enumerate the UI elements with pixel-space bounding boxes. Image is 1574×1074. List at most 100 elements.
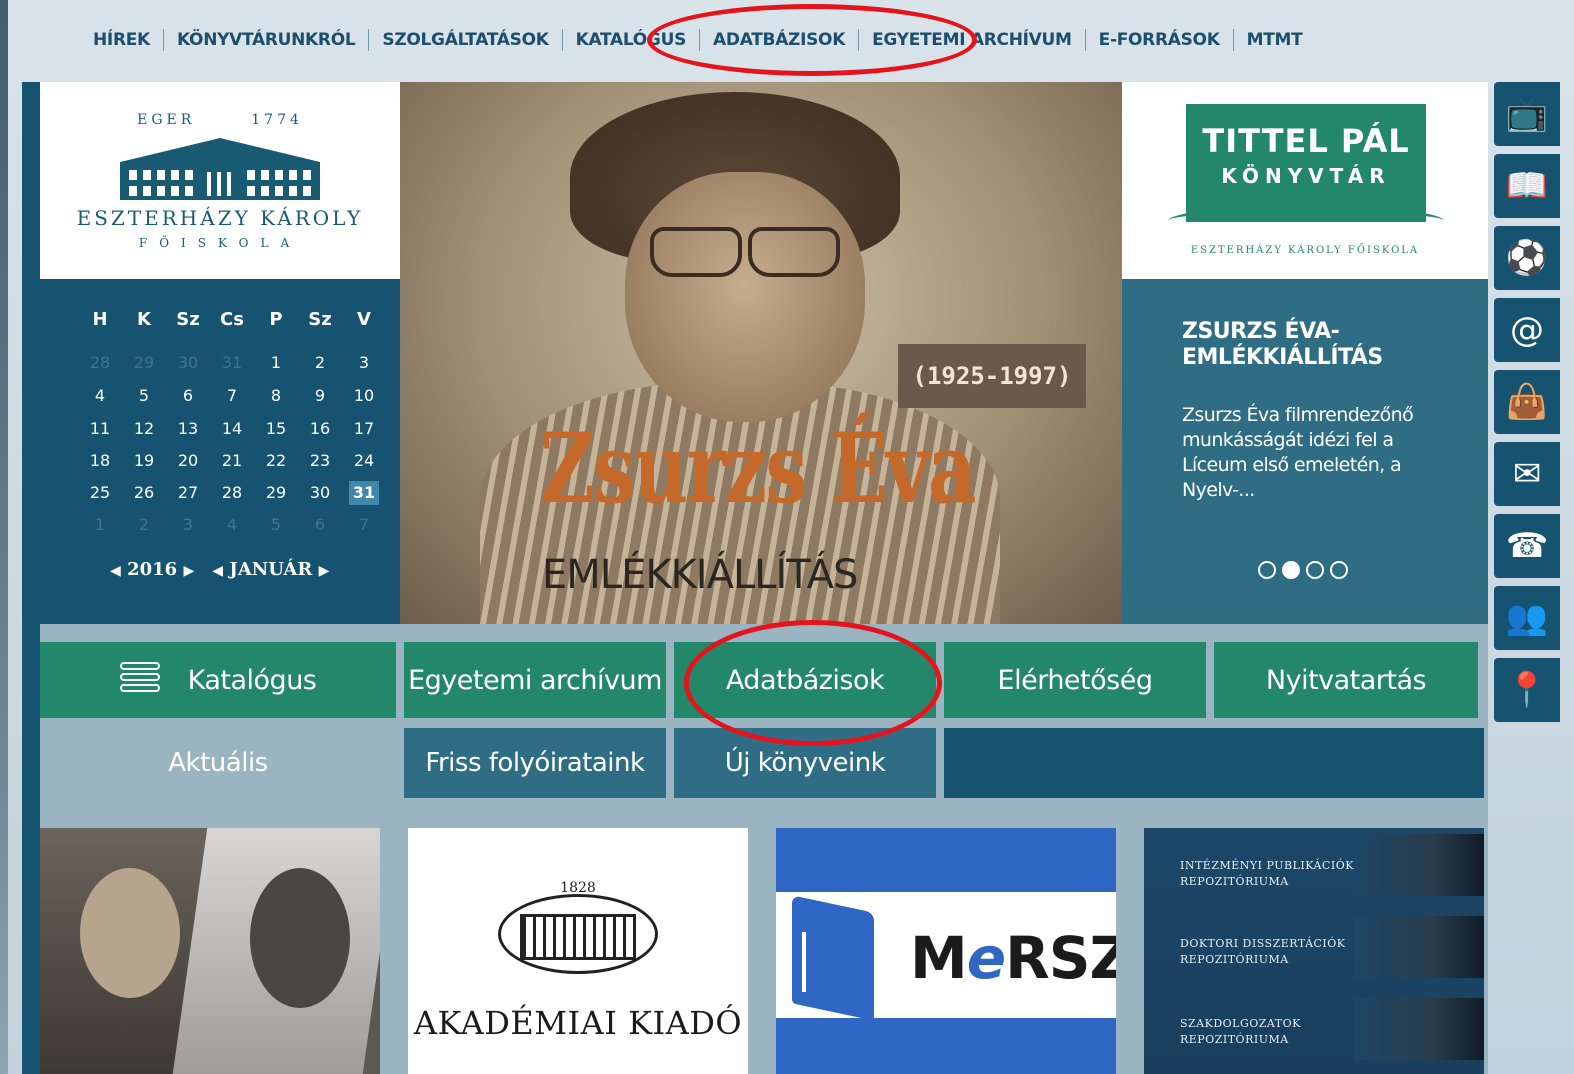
calendar-day[interactable]: 23 (298, 449, 342, 473)
elerhetoseg-button[interactable]: Elérhetőség (944, 642, 1206, 718)
open-book-icon (1168, 206, 1444, 236)
news-excerpt: Zsurzs Éva filmrendezőnő munkásságát idé… (1182, 404, 1414, 501)
calendar-day[interactable]: 17 (342, 417, 386, 441)
prev-month-icon[interactable]: ◀ (212, 563, 223, 579)
mersz-suffix: RSZ (1005, 924, 1116, 992)
calendar-day[interactable]: 3 (342, 351, 386, 375)
phone-icon[interactable]: ☎ (1494, 514, 1560, 578)
next-year-icon[interactable]: ▶ (183, 563, 194, 579)
calendar-day[interactable]: 22 (254, 449, 298, 473)
mersz-circuit-icon (802, 932, 848, 992)
calendar-day-today[interactable]: 31 (349, 481, 379, 505)
calendar-day[interactable]: 7 (342, 513, 386, 537)
calendar-day[interactable]: 30 (166, 351, 210, 375)
nav-hirek[interactable]: HÍREK (80, 30, 163, 50)
calendar-day[interactable]: 26 (122, 481, 166, 505)
calendar-day[interactable]: 18 (78, 449, 122, 473)
calendar-day[interactable]: 4 (78, 384, 122, 408)
calendar-month: JANUÁR (229, 559, 313, 580)
calendar-day[interactable]: 27 (166, 481, 210, 505)
portrait-glasses-left (650, 227, 742, 277)
calendar-day[interactable]: 29 (122, 351, 166, 375)
calendar-week: 28 29 30 31 1 2 3 (78, 351, 386, 375)
prev-year-icon[interactable]: ◀ (110, 563, 121, 579)
news-panel: ZSURZS ÉVA-EMLÉKKIÁLLÍTÁS Zsurzs Éva fil… (1122, 279, 1488, 624)
calendar-day[interactable]: 9 (298, 384, 342, 408)
calendar-day[interactable]: 2 (298, 351, 342, 375)
nyitvatartas-button[interactable]: Nyitvatartás (1214, 642, 1478, 718)
hero-banner[interactable]: (1925-1997) Zsurzs Éva EMLÉKKIÁLLÍTÁS (400, 82, 1122, 624)
calendar-day[interactable]: 7 (210, 384, 254, 408)
calendar-day[interactable]: 25 (78, 481, 122, 505)
calendar-day[interactable]: 1 (254, 351, 298, 375)
nav-e-forrasok[interactable]: E-FORRÁSOK (1086, 30, 1233, 50)
snail-icon[interactable]: @ (1494, 298, 1560, 362)
tab-friss-folyoirataink[interactable]: Friss folyóirataink (404, 728, 666, 798)
calendar-day[interactable]: 24 (342, 449, 386, 473)
repo-link-dissertations[interactable]: DOKTORI DISSZERTÁCIÓK REPOZITÓRIUMA (1180, 936, 1380, 968)
egyetemi-archivum-button[interactable]: Egyetemi archívum (404, 642, 666, 718)
nav-adatbazisok[interactable]: ADATBÁZISOK (700, 30, 858, 50)
slider-dot[interactable] (1330, 561, 1348, 579)
open-book-icon[interactable]: 📖 (1494, 154, 1560, 218)
people-icon[interactable]: 👥 (1494, 586, 1560, 650)
akademiai-kiado-tile[interactable]: 1828 AKADÉMIAI KIADÓ (408, 828, 748, 1074)
nav-mtmt[interactable]: MTMT (1234, 30, 1316, 50)
calendar-day[interactable]: 29 (254, 481, 298, 505)
slider-dot-active[interactable] (1282, 561, 1300, 579)
tv-icon[interactable]: 📺 (1494, 82, 1560, 146)
calendar-day[interactable]: 8 (254, 384, 298, 408)
tab-aktualis[interactable]: Aktuális (40, 728, 396, 798)
adatbazisok-button[interactable]: Adatbázisok (674, 642, 936, 718)
next-month-icon[interactable]: ▶ (319, 563, 330, 579)
calendar-day[interactable]: 6 (298, 513, 342, 537)
calendar-day[interactable]: 4 (210, 513, 254, 537)
katalogus-button[interactable]: Katalógus (40, 642, 396, 718)
mersz-tile[interactable]: MeRSZ (776, 828, 1116, 1074)
shopping-bag-icon[interactable]: 👜 (1494, 370, 1560, 434)
year-navigator: ◀ 2016 ▶ (110, 559, 194, 580)
repository-tile[interactable]: INTÉZMÉNYI PUBLIKÁCIÓK REPOZITÓRIUMA DOK… (1144, 828, 1484, 1074)
weekday-label: H (92, 309, 108, 330)
slider-dot[interactable] (1306, 561, 1324, 579)
nav-katalogus[interactable]: KATALÓGUS (563, 30, 699, 50)
calendar-day[interactable]: 11 (78, 417, 122, 441)
calendar-day[interactable]: 15 (254, 417, 298, 441)
calendar-day[interactable]: 19 (122, 449, 166, 473)
calendar-day[interactable]: 14 (210, 417, 254, 441)
news-title[interactable]: ZSURZS ÉVA-EMLÉKKIÁLLÍTÁS (1182, 319, 1442, 371)
calendar-day[interactable]: 30 (298, 481, 342, 505)
weekday-label: Sz (176, 309, 200, 330)
calendar-day[interactable]: 13 (166, 417, 210, 441)
calendar-day[interactable]: 5 (122, 384, 166, 408)
calendar-day[interactable]: 6 (166, 384, 210, 408)
repo-link-theses[interactable]: SZAKDOLGOZATOK REPOZITÓRIUMA (1180, 1016, 1380, 1048)
calendar-day[interactable]: 2 (122, 513, 166, 537)
college-logo[interactable]: EGER 1774 ESZTERHÁZY KÁROLY FŐISKOLA (40, 82, 400, 279)
calendar-day[interactable]: 31 (210, 351, 254, 375)
ball-icon[interactable]: ⚽ (1494, 226, 1560, 290)
calendar-day[interactable]: 28 (78, 351, 122, 375)
tab-aktualis-label: Aktuális (168, 748, 268, 778)
nav-konyvtarunkrol[interactable]: KÖNYVTÁRUNKRÓL (164, 30, 368, 50)
repo-link-publications[interactable]: INTÉZMÉNYI PUBLIKÁCIÓK REPOZITÓRIUMA (1180, 858, 1380, 890)
calendar-day[interactable]: 20 (166, 449, 210, 473)
nav-egyetemi-archivum[interactable]: EGYETEMI ARCHÍVUM (859, 30, 1085, 50)
calendar-day[interactable]: 16 (298, 417, 342, 441)
calendar-navigation: ◀ 2016 ▶ ◀ JANUÁR ▶ (110, 559, 329, 580)
calendar-day[interactable]: 28 (210, 481, 254, 505)
left-accent-bar (22, 82, 40, 1074)
calendar-day[interactable]: 3 (166, 513, 210, 537)
calendar-day[interactable]: 12 (122, 417, 166, 441)
library-logo[interactable]: TITTEL PÁL KÖNYVTÁR ESZTERHÁZY KÁROLY FŐ… (1122, 82, 1488, 279)
mail-icon[interactable]: ✉ (1494, 442, 1560, 506)
nav-szolgaltatasok[interactable]: SZOLGÁLTATÁSOK (369, 30, 561, 50)
calendar-day[interactable]: 10 (342, 384, 386, 408)
calendar-day[interactable]: 21 (210, 449, 254, 473)
tab-uj-konyveink[interactable]: Új könyveink (674, 728, 936, 798)
location-pin-icon[interactable]: 📍 (1494, 658, 1560, 722)
historical-photo-tile[interactable] (40, 828, 380, 1074)
calendar-day[interactable]: 5 (254, 513, 298, 537)
slider-dot[interactable] (1258, 561, 1276, 579)
calendar-day[interactable]: 1 (78, 513, 122, 537)
